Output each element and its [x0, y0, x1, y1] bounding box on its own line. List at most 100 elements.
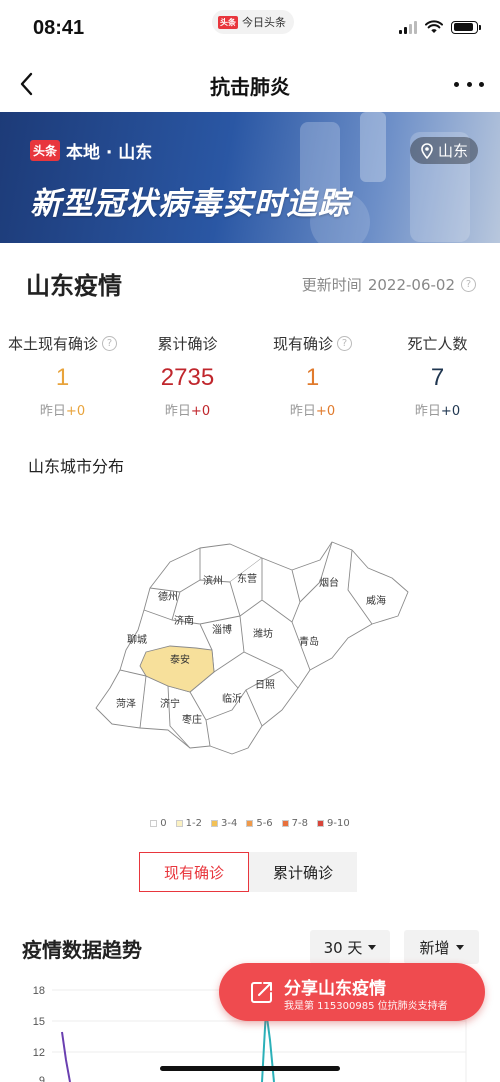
region-title: 山东疫情: [26, 272, 122, 300]
stat-label: 现有确诊: [272, 334, 333, 353]
battery-level: [453, 23, 474, 31]
share-subtitle: 我是第 115300985 位抗肺炎支持者: [284, 1001, 448, 1012]
shandong-map[interactable]: 滨州 东营 烟台 德州 威海 济南 淄博 潍坊 聊城 青岛 泰安 日照 菏泽 济…: [0, 520, 500, 780]
legend-item: 7-8: [281, 818, 309, 829]
y-tick-label: 18: [33, 985, 45, 997]
help-icon[interactable]: ?: [461, 277, 476, 292]
caret-down-icon: [455, 944, 464, 950]
city-label: 泰安: [170, 653, 190, 666]
help-icon[interactable]: ?: [337, 335, 352, 351]
legend-item: 0: [150, 818, 167, 829]
city-label: 菏泽: [116, 698, 136, 710]
shandong-map-svg: 滨州 东营 烟台 德州 威海 济南 淄博 潍坊 聊城 青岛 泰安 日照 菏泽 济…: [95, 541, 409, 755]
page-title: 抗击肺炎: [210, 75, 290, 99]
series-line-purple: [61, 1031, 71, 1082]
stat-deaths: 死亡人数 7 昨日+0: [375, 332, 500, 427]
y-tick-label: 15: [33, 1016, 45, 1028]
caret-down-icon: [368, 944, 377, 950]
banner-brand: 头条 本地 · 山东: [30, 138, 152, 163]
city-label: 济南: [174, 614, 194, 627]
legend-label: 9-10: [327, 818, 350, 829]
stat-label: 死亡人数: [407, 334, 468, 353]
legend-label: 3-4: [220, 818, 238, 829]
stat-delta: 昨日+0: [375, 400, 500, 419]
location-pin-icon: [421, 142, 433, 159]
back-to-app-label: 今日头条: [242, 16, 286, 29]
nav-bar: 抗击肺炎: [0, 58, 500, 112]
y-tick-label: 12: [33, 1047, 45, 1059]
city-label: 临沂: [222, 692, 242, 705]
city-label: 日照: [255, 679, 275, 691]
stat-value: 2735: [160, 364, 215, 391]
location-label: 山东: [437, 142, 468, 160]
share-button[interactable]: 分享山东疫情 我是第 115300985 位抗肺炎支持者: [219, 963, 485, 1021]
update-time-label: 更新时间: [301, 276, 362, 294]
stat-label: 累计确诊: [157, 334, 218, 353]
trend-title: 疫情数据趋势: [22, 938, 142, 962]
metric-select[interactable]: 新增: [404, 930, 479, 964]
legend-swatch: [210, 820, 218, 827]
stat-delta-label: 昨日: [289, 404, 316, 419]
stats-row: 本土现有确诊? 1 昨日+0 累计确诊 2735 昨日+0 现有确诊? 1 昨日…: [0, 332, 500, 427]
location-switch-button[interactable]: 山东: [409, 137, 478, 164]
toutiao-logo-icon: 头条: [218, 15, 238, 29]
map-mode-toggle: 现有确诊 累计确诊: [139, 852, 357, 892]
more-options-icon[interactable]: [454, 72, 484, 96]
stat-delta-label: 昨日: [39, 404, 66, 419]
stat-delta-value: +0: [315, 404, 336, 419]
share-title: 分享山东疫情: [284, 979, 386, 999]
toutiao-brand-logo: 头条: [30, 140, 61, 161]
update-time-value: 2022-06-02: [367, 275, 455, 294]
metric-select-value: 新增: [419, 938, 450, 957]
legend-swatch: [317, 820, 325, 827]
banner-title: 新型冠状病毒实时追踪: [30, 186, 350, 222]
city-label: 烟台: [319, 576, 339, 589]
stat-delta-label: 昨日: [164, 404, 191, 419]
legend-label: 7-8: [291, 818, 309, 829]
cellular-signal-icon: [399, 20, 417, 34]
city-label: 济宁: [160, 697, 180, 710]
stat-value: 1: [305, 364, 320, 391]
update-time: 更新时间 2022-06-02 ?: [302, 274, 476, 295]
legend-swatch: [246, 820, 254, 827]
stat-total-confirmed: 累计确诊 2735 昨日+0: [125, 332, 250, 427]
legend-item: 9-10: [317, 818, 350, 829]
battery-icon: [451, 20, 481, 34]
stat-delta: 昨日+0: [125, 400, 250, 419]
stat-value: 7: [430, 364, 445, 391]
city-label: 威海: [366, 594, 386, 607]
legend-label: 0: [160, 818, 167, 829]
legend-label: 5-6: [256, 818, 273, 829]
legend-item: 5-6: [246, 818, 273, 829]
legend-swatch: [150, 820, 158, 827]
range-select[interactable]: 30 天: [310, 930, 390, 964]
stat-delta: 昨日+0: [0, 400, 125, 419]
stat-delta: 昨日+0: [250, 400, 375, 419]
back-to-app-pill[interactable]: 头条 今日头条: [212, 10, 294, 34]
city-label: 潍坊: [253, 627, 273, 640]
city-label: 淄博: [212, 623, 232, 636]
home-indicator: [160, 1066, 340, 1071]
banner-brand-text: 本地 · 山东: [66, 143, 153, 163]
legend-item: 3-4: [210, 818, 238, 829]
share-icon: [251, 982, 272, 1003]
legend-swatch: [281, 820, 289, 827]
stat-local-current: 本土现有确诊? 1 昨日+0: [0, 332, 125, 427]
stat-delta-value: +0: [440, 404, 461, 419]
city-label: 东营: [237, 572, 257, 585]
tab-current-confirmed[interactable]: 现有确诊: [139, 852, 249, 892]
legend-swatch: [175, 820, 183, 827]
help-icon[interactable]: ?: [102, 335, 117, 351]
stat-current-confirmed: 现有确诊? 1 昨日+0: [250, 332, 375, 427]
city-distribution-title: 山东城市分布: [28, 457, 125, 476]
tab-total-confirmed[interactable]: 累计确诊: [249, 852, 357, 892]
stat-label: 本土现有确诊: [7, 334, 98, 353]
city-label: 聊城: [127, 633, 147, 646]
status-indicators: [399, 20, 481, 34]
legend-label: 1-2: [185, 818, 202, 829]
stat-delta-value: +0: [190, 404, 211, 419]
range-select-value: 30 天: [323, 938, 363, 957]
stat-delta-label: 昨日: [414, 404, 441, 419]
city-label: 滨州: [203, 574, 223, 587]
stat-value: 1: [55, 364, 70, 391]
